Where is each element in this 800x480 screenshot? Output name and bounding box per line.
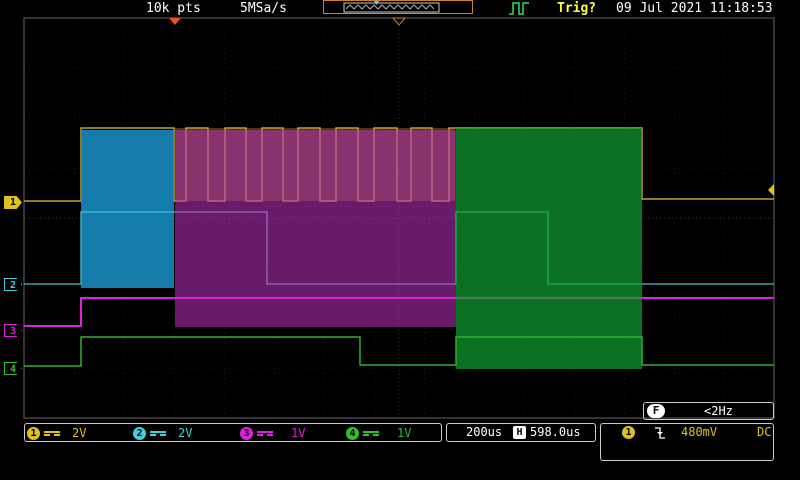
trigger-coupling: DC — [757, 425, 772, 439]
horizontal-position: 598.0us — [530, 425, 581, 439]
dc-coupling-icon — [257, 430, 273, 437]
channel-1-scale: 2V — [72, 426, 87, 440]
dc-coupling-icon — [44, 430, 60, 437]
channel-3-info[interactable]: 3 1V — [240, 425, 305, 441]
horizontal-position-icon: H — [513, 426, 526, 439]
channel-2-badge: 2 — [133, 427, 146, 440]
channel-2-info[interactable]: 2 2V — [133, 425, 192, 441]
channel-2-scale: 2V — [178, 426, 193, 440]
timebase: 200us — [466, 425, 503, 439]
channel-1-badge: 1 — [27, 427, 40, 440]
channel-4-info[interactable]: 4 1V — [346, 425, 411, 441]
trigger-frequency: <2Hz — [704, 404, 733, 418]
trigger-source-badge: 1 — [622, 426, 635, 439]
trigger-level: 480mV — [681, 425, 718, 439]
channel-4-scale: 1V — [397, 426, 412, 440]
channel-1-info[interactable]: 1 2V — [27, 425, 86, 441]
frequency-badge: F — [647, 404, 665, 418]
channel-4-badge: 4 — [346, 427, 359, 440]
trigger-frequency-box: F <2Hz — [643, 402, 774, 420]
dc-coupling-icon — [363, 430, 379, 437]
trigger-info[interactable]: 1 480mV DC — [600, 423, 774, 461]
horizontal-info[interactable]: 200us H 598.0us — [446, 423, 596, 442]
falling-edge-icon — [655, 427, 665, 439]
dc-coupling-icon — [150, 430, 166, 437]
channel-3-scale: 1V — [291, 426, 306, 440]
channel-3-badge: 3 — [240, 427, 253, 440]
